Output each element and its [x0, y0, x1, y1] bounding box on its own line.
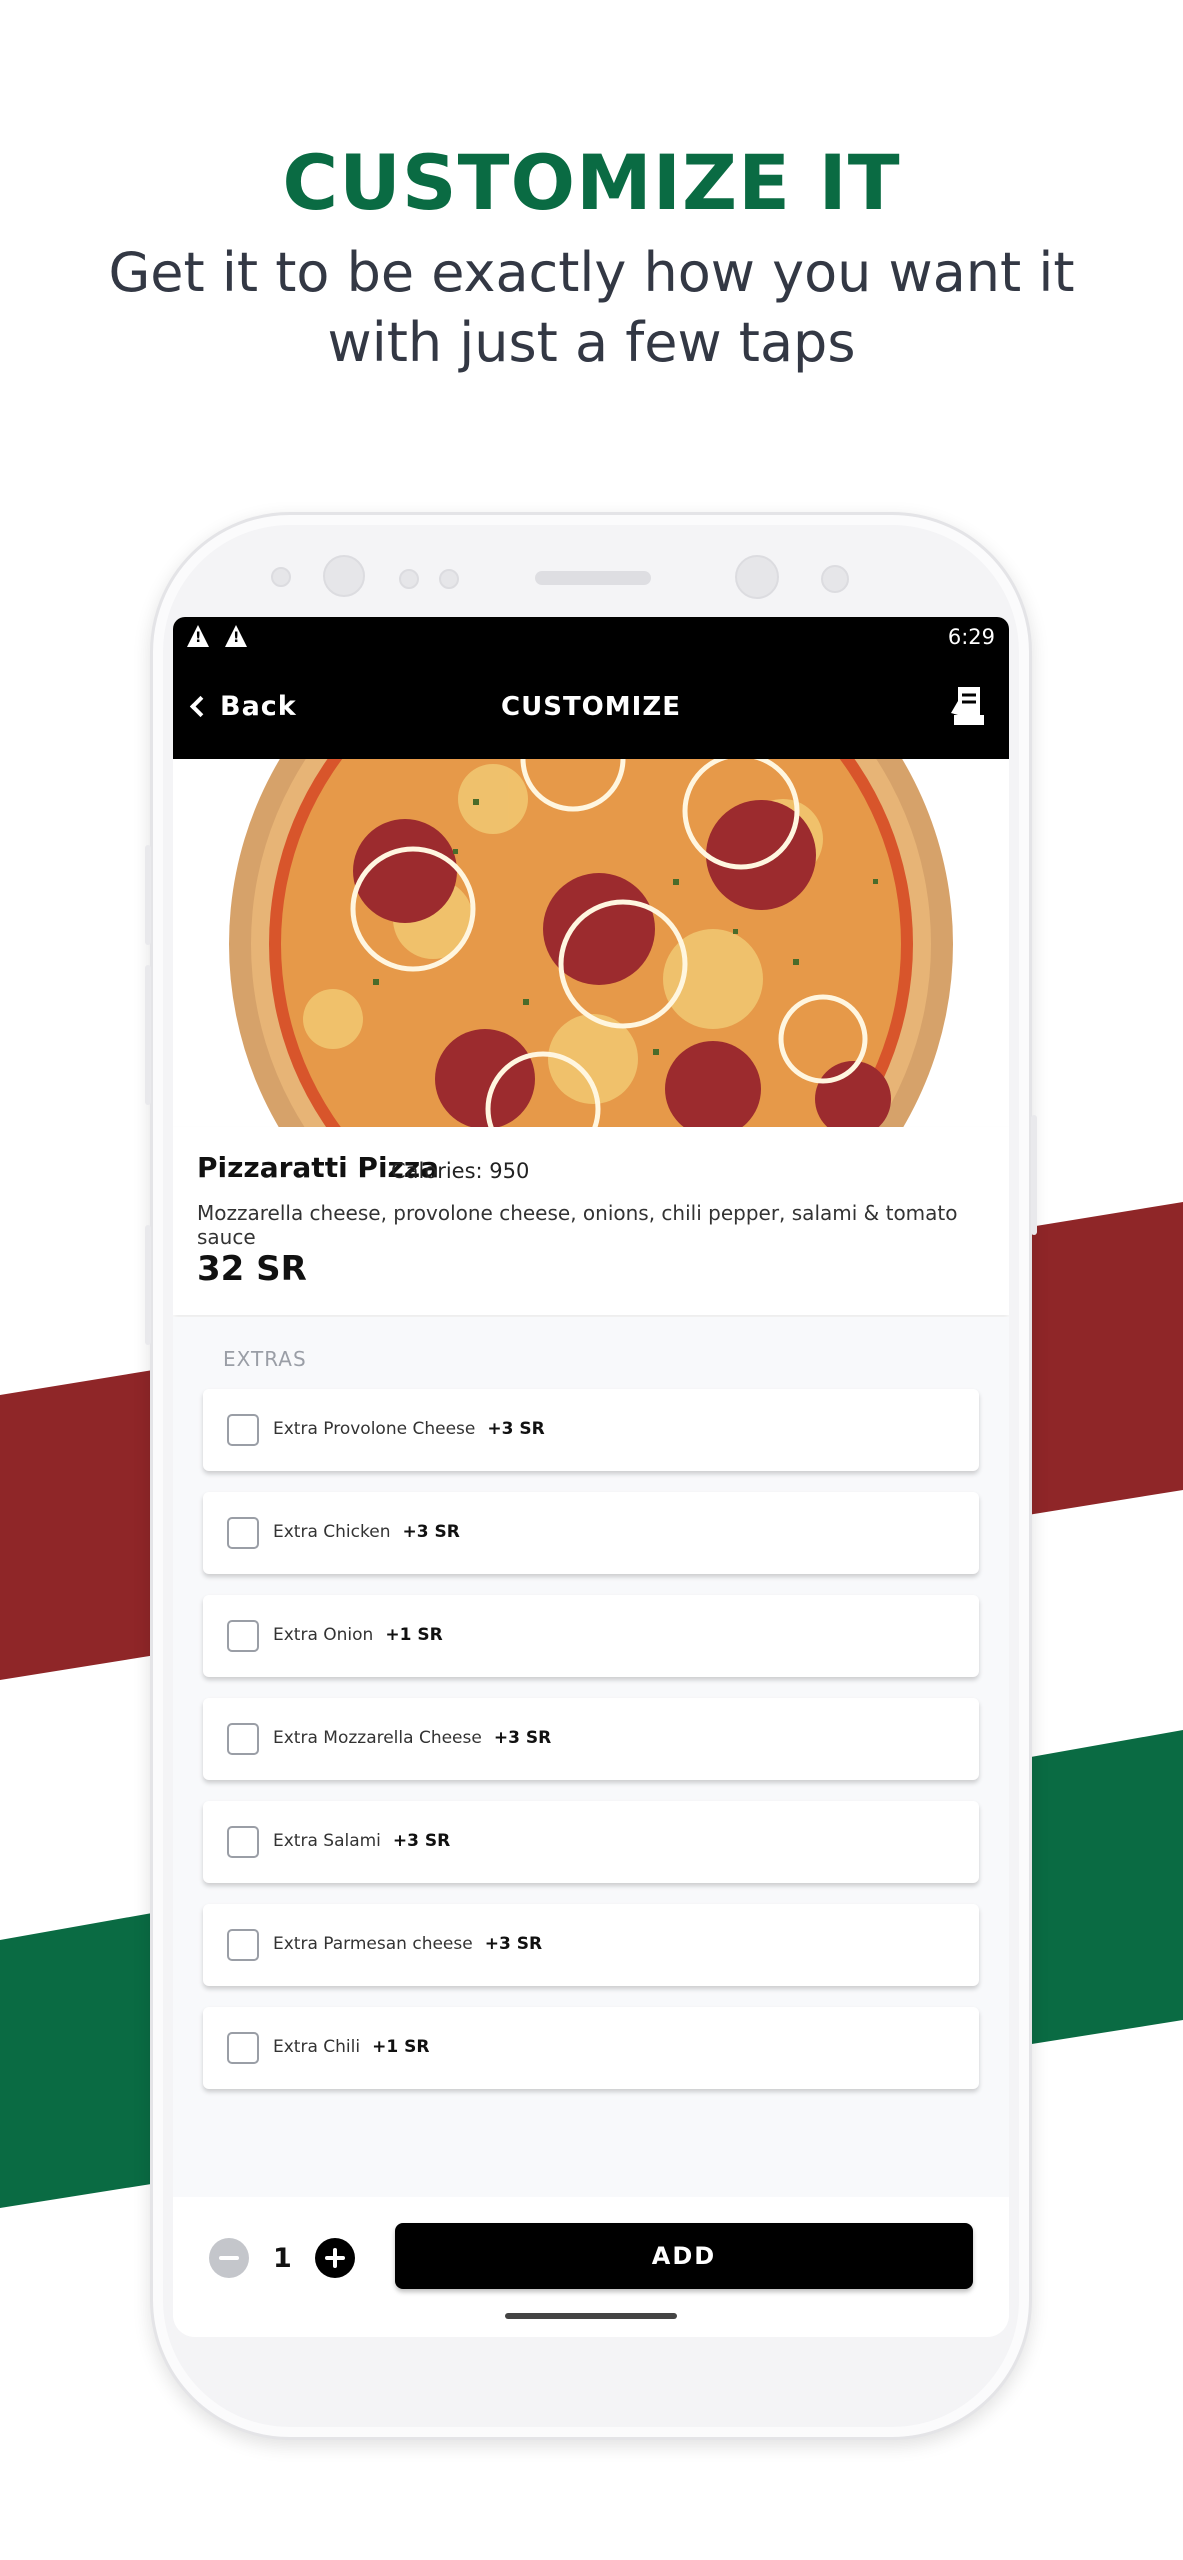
- extra-option[interactable]: Extra Chili +1 SR: [203, 2007, 979, 2089]
- extra-label: Extra Provolone Cheese +3 SR: [273, 1419, 545, 1439]
- extra-checkbox[interactable]: [227, 2032, 259, 2064]
- extra-checkbox[interactable]: [227, 1929, 259, 1961]
- extra-checkbox[interactable]: [227, 1517, 259, 1549]
- app-screen: 6:29 Back CUSTOMIZE: [173, 617, 1009, 2337]
- front-camera: [323, 555, 365, 597]
- extra-price: +3 SR: [392, 1831, 451, 1851]
- warning-icon: [225, 625, 247, 647]
- extra-option[interactable]: Extra Parmesan cheese +3 SR: [203, 1904, 979, 1986]
- warning-icon: [187, 625, 209, 647]
- extra-label: Extra Chili +1 SR: [273, 2037, 429, 2057]
- extra-price: +3 SR: [487, 1419, 545, 1439]
- extras-section: EXTRAS Extra Provolone Cheese +3 SR Extra…: [173, 1317, 1009, 2197]
- promo-subtitle-line-2: with just a few taps: [327, 311, 856, 374]
- extra-price: +3 SR: [484, 1934, 543, 1954]
- sensor-dot: [439, 569, 459, 589]
- pizza-illustration: [229, 759, 953, 1127]
- extra-option[interactable]: Extra Provolone Cheese +3 SR: [203, 1389, 979, 1471]
- power-button: [1031, 1115, 1037, 1235]
- volume-button: [145, 845, 151, 945]
- sensor-dot: [399, 569, 419, 589]
- extra-option[interactable]: Extra Mozzarella Cheese +3 SR: [203, 1698, 979, 1780]
- page-title: CUSTOMIZE: [501, 692, 681, 722]
- product-calories: Calories: 950: [391, 1159, 530, 1183]
- home-indicator: [505, 2313, 677, 2319]
- status-time: 6:29: [947, 625, 995, 649]
- extra-price: +1 SR: [372, 2037, 430, 2057]
- promo-subtitle-line-1: Get it to be exactly how you want it: [108, 241, 1075, 304]
- nav-bar: Back CUSTOMIZE: [173, 659, 1009, 759]
- status-bar: 6:29: [173, 617, 1009, 659]
- sensor-dot: [821, 565, 849, 593]
- cart-icon[interactable]: [949, 683, 989, 729]
- promo-title: CUSTOMIZE IT: [282, 138, 901, 227]
- extra-option[interactable]: Extra Onion +1 SR: [203, 1595, 979, 1677]
- extra-name: Extra Chili: [273, 2037, 361, 2057]
- extras-heading: EXTRAS: [223, 1347, 307, 1371]
- product-description: Mozzarella cheese, provolone cheese, oni…: [197, 1201, 958, 1249]
- extra-name: Extra Parmesan cheese: [273, 1934, 473, 1954]
- extra-name: Extra Provolone Cheese: [273, 1419, 476, 1439]
- extra-label: Extra Onion +1 SR: [273, 1625, 443, 1645]
- extra-option[interactable]: Extra Salami +3 SR: [203, 1801, 979, 1883]
- quantity-value: 1: [273, 2243, 292, 2274]
- extra-checkbox[interactable]: [227, 1826, 259, 1858]
- phone-frame: 6:29 Back CUSTOMIZE: [145, 512, 1037, 2440]
- increase-quantity-button[interactable]: [315, 2238, 355, 2278]
- extra-price: +1 SR: [385, 1625, 443, 1645]
- extra-checkbox[interactable]: [227, 1620, 259, 1652]
- extra-label: Extra Salami +3 SR: [273, 1831, 450, 1851]
- extra-label: Extra Parmesan cheese +3 SR: [273, 1934, 542, 1954]
- extra-name: Extra Mozzarella Cheese: [273, 1728, 482, 1748]
- extra-checkbox[interactable]: [227, 1723, 259, 1755]
- earpiece-speaker: [535, 571, 651, 585]
- extra-name: Extra Chicken: [273, 1522, 391, 1542]
- product-image: [173, 759, 1009, 1127]
- extra-name: Extra Salami: [273, 1831, 381, 1851]
- product-price: 32 SR: [197, 1249, 307, 1289]
- product-info: Pizzaratti Pizza Calories: 950 Mozzarell…: [173, 1127, 1009, 1315]
- volume-button-2: [145, 965, 151, 1105]
- iris-scanner: [735, 555, 779, 599]
- bixby-button: [145, 1225, 151, 1345]
- extra-price: +3 SR: [493, 1728, 552, 1748]
- extra-name: Extra Onion: [273, 1625, 374, 1645]
- add-button[interactable]: ADD: [395, 2223, 973, 2289]
- extra-checkbox[interactable]: [227, 1414, 259, 1446]
- sensor-dot: [271, 567, 291, 587]
- promo-subtitle: Get it to be exactly how you want it wit…: [0, 238, 1183, 378]
- extra-label: Extra Chicken +3 SR: [273, 1522, 460, 1542]
- decrease-quantity-button[interactable]: [209, 2238, 249, 2278]
- extra-price: +3 SR: [402, 1522, 460, 1542]
- extra-option[interactable]: Extra Chicken +3 SR: [203, 1492, 979, 1574]
- extra-label: Extra Mozzarella Cheese +3 SR: [273, 1728, 551, 1748]
